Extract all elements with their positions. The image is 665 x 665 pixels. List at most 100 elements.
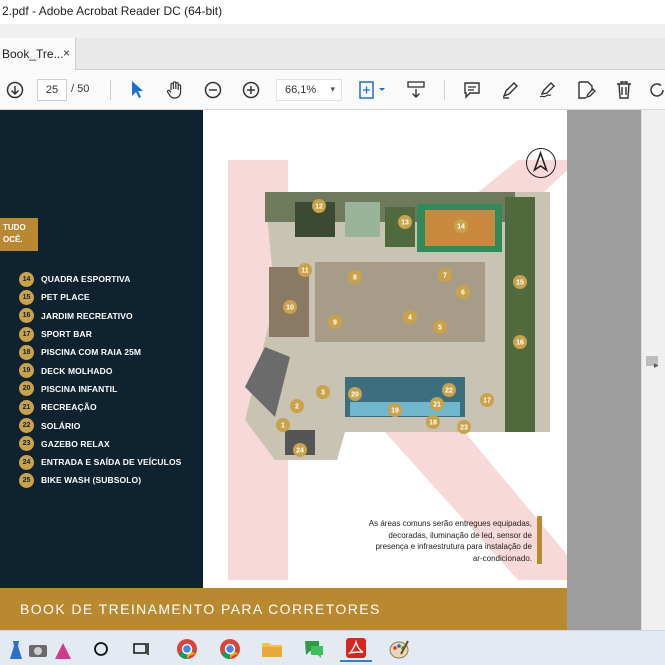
footer-title: BOOK DE TREINAMENTO PARA CORRETORES [20,601,381,617]
cursor-arrow-icon [132,81,143,98]
task-view-button[interactable] [128,636,154,662]
plan-marker-number: 14 [457,224,465,231]
tab-close-icon[interactable]: × [63,46,70,60]
legend-item: 16 JARDIM RECREATIVO [19,307,181,325]
plan-marker-number: 1 [281,423,285,430]
rotate-button[interactable] [648,78,665,102]
arrow-down-circle-icon [6,81,24,99]
plan-marker-number: 11 [301,268,309,275]
plan-marker-number: 7 [443,273,447,280]
next-page-button[interactable] [4,78,26,102]
taskbar-acrobat[interactable] [340,636,372,662]
legend-item: 17 SPORT BAR [19,325,181,343]
comment-icon [464,82,480,99]
plan-marker-number: 8 [353,275,357,282]
legend-number-badge: 21 [19,399,34,415]
plan-marker-number: 10 [286,305,294,312]
sign-button[interactable] [537,78,559,102]
legend-label: ENTRADA E SAÍDA DE VEÍCULOS [41,457,182,468]
document-viewport[interactable]: TUDO OCÊ. 14 QUADRA ESPORTIVA 15 PET PLACE 1… [0,110,641,630]
legend-number-badge: 16 [19,308,34,324]
signature-pen-icon [539,82,555,98]
window-title: 2.pdf - Adobe Acrobat Reader DC (64-bit) [0,0,665,24]
delete-button[interactable] [613,78,635,102]
pen-icon [502,82,518,99]
comment-button[interactable] [461,78,483,102]
chrome-icon [220,639,240,660]
note-line: decoradas, iluminação de led, sensor de [388,530,532,540]
plan-marker-number: 23 [460,425,468,432]
palette-icon [389,640,409,659]
toolbar-divider [110,80,111,100]
legend-number-badge: 22 [19,418,34,434]
plan-marker-number: 21 [433,402,441,409]
vertical-scrollbar[interactable]: ▸ [641,110,665,630]
legend-label: BIKE WASH (SUBSOLO) [41,475,142,486]
note-line: As áreas comuns serão entregues equipada… [368,519,532,528]
select-tool-button[interactable] [126,78,148,102]
note-line: ar-condicionado. [472,553,532,563]
plan-marker-number: 12 [315,204,323,211]
plan-marker-number: 22 [445,388,453,395]
taskbar-chrome-1[interactable] [172,636,202,662]
note-line: presença e infraestrutura para instalaçã… [375,542,532,551]
taskbar-chrome-2[interactable] [215,636,245,662]
task-view-icon [133,643,149,655]
taskbar-paint[interactable] [384,636,414,662]
taskbar-app-cluster[interactable] [6,636,78,662]
legend-number-badge: 23 [19,436,34,452]
zoom-in-button[interactable] [240,78,262,102]
fit-page-button[interactable] [356,78,388,102]
legend-number-badge: 14 [19,271,34,287]
windows-taskbar [0,630,665,665]
legend-number-badge: 15 [19,289,34,305]
legend-item: 21 RECREAÇÃO [19,398,181,416]
dress-camera-icon [10,641,71,659]
amenities-legend: 14 QUADRA ESPORTIVA 15 PET PLACE 16 JARDIM RE… [19,270,181,490]
site-plan-image: 121314118 761510945163 201918222123172124 [245,192,550,460]
legend-item: 19 DECK MOLHADO [19,361,181,379]
tab-label: Book_Tre... [2,47,64,61]
highlight-button[interactable] [499,78,521,102]
legend-item: 22 SOLÁRIO [19,416,181,434]
plan-marker-number: 5 [438,325,442,332]
scroll-mode-button[interactable] [404,78,428,102]
page-number-input[interactable]: 25 [37,79,67,101]
search-button[interactable] [88,636,114,662]
fit-page-icon [359,81,385,99]
page-total: / 50 [71,83,90,95]
minus-circle-icon [204,81,222,99]
toolbar-divider [444,80,445,100]
legend-item: 15 PET PLACE [19,288,181,306]
zoom-out-button[interactable] [202,78,224,102]
pdf-page: TUDO OCÊ. 14 QUADRA ESPORTIVA 15 PET PLACE 1… [0,110,567,630]
page-scroll-icon [407,81,425,98]
search-circle-icon [94,642,108,656]
edit-pdf-button[interactable] [575,78,597,102]
plan-marker-number: 13 [401,220,409,227]
plan-marker-number: 18 [429,420,437,427]
chat-icon [305,641,323,658]
rotate-icon [650,83,664,97]
page-footer: BOOK DE TREINAMENTO PARA CORRETORES [0,588,567,630]
legend-item: 20 PISCINA INFANTIL [19,380,181,398]
plan-marker-number: 6 [461,290,465,297]
chevron-right-icon[interactable]: ▸ [654,360,659,371]
legend-number-badge: 24 [19,454,34,470]
north-compass-icon [526,148,556,178]
legend-item: 25 BIKE WASH (SUBSOLO) [19,471,181,489]
taskbar-file-explorer[interactable] [257,636,287,662]
tab-document[interactable]: Book_Tre... × [0,38,76,70]
legend-label: PISCINA COM RAIA 25M [41,347,142,358]
taskbar-chat[interactable] [299,636,329,662]
legend-label: JARDIM RECREATIVO [41,310,133,321]
edit-document-icon [578,81,596,99]
legend-label: SOLÁRIO [41,420,81,431]
hand-tool-button[interactable] [164,78,186,102]
zoom-level-select[interactable]: 66,1% ▾ [276,79,342,101]
legend-number-badge: 17 [19,326,34,342]
zoom-level-value: 66,1% [285,84,317,96]
legend-number-badge: 18 [19,344,34,360]
toolbar: 25 / 50 66,1% ▾ [0,70,665,110]
chrome-icon [177,639,197,660]
